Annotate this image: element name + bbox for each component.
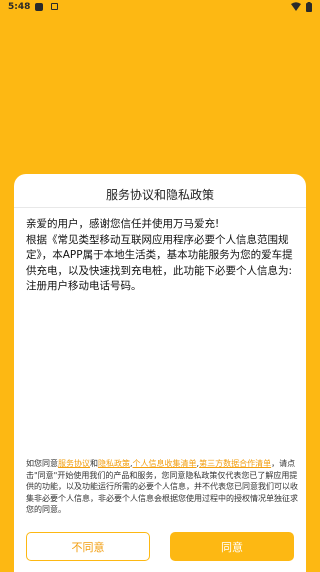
agree-button[interactable]: 同意 — [170, 532, 294, 561]
dialog-body: 亲爱的用户，感谢您信任并使用万马爱充! 根据《常见类型移动互联网应用程序必要个人… — [26, 217, 298, 295]
status-time: 5:48 — [8, 2, 31, 12]
greeting-text: 亲爱的用户，感谢您信任并使用万马爱充! — [26, 218, 220, 230]
third-party-data-link[interactable]: 第三方数据合作清单 — [199, 459, 271, 468]
policy-description: 根据《常见类型移动互联网应用程序必要个人信息范围规定》，本APP属于本地生活类，… — [26, 233, 293, 293]
dialog-title: 服务协议和隐私政策 — [105, 188, 214, 202]
status-bar: 5:48 — [0, 0, 320, 14]
personal-info-collection-link[interactable]: 个人信息收集清单 — [133, 459, 197, 468]
notification-square-icon — [35, 3, 43, 11]
battery-icon — [306, 2, 312, 12]
agreement-and: 和 — [90, 459, 98, 468]
notification-a-icon — [51, 3, 58, 10]
disagree-button[interactable]: 不同意 — [26, 532, 150, 561]
wifi-icon — [291, 2, 301, 11]
service-agreement-link[interactable]: 服务协议 — [58, 459, 90, 468]
privacy-policy-link[interactable]: 隐私政策 — [98, 459, 130, 468]
title-divider — [14, 207, 306, 208]
agreement-notice: 如您同意服务协议和隐私政策,个人信息收集清单,第三方数据合作清单，请点击"同意"… — [26, 458, 298, 516]
agreement-prefix: 如您同意 — [26, 459, 58, 468]
privacy-dialog: 服务协议和隐私政策 亲爱的用户，感谢您信任并使用万马爱充! 根据《常见类型移动互… — [14, 174, 306, 572]
